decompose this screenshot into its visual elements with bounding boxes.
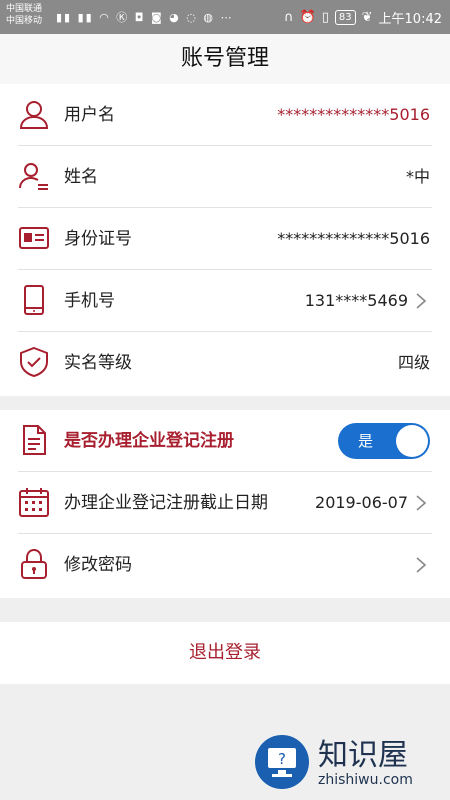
alarm-icon: ⏰ [299,10,316,25]
registration-deadline-row[interactable]: 办理企业登记注册截止日期 2019-06-07 [0,472,450,534]
user-icon [18,98,50,130]
notification-icons: ▮▮ ▮▮ ◠ Ⓚ ◘ ◙ ◕ ◌ ◍ ⋯ [56,11,234,24]
lock-icon [18,548,50,580]
page-title: 账号管理 [180,46,269,71]
registration-deadline-value: 2019-06-07 [315,493,408,512]
change-password-row[interactable]: 修改密码 [0,534,450,596]
document-icon [18,424,50,456]
watermark-url: zhishiwu.com [318,772,413,788]
change-password-label: 修改密码 [64,555,132,575]
toggle-label: 是 [358,432,374,450]
name-row: 姓名 *中 [0,146,450,208]
watermark: ? 知识屋 zhishiwu.com [250,722,450,800]
carrier-2: 中国移动 [6,16,43,26]
registration-card: 是否办理企业登记注册 是 办理企业登记注册截止日期 2019-06-07 修改密… [0,410,450,598]
id-number-value: **************5016 [277,229,430,248]
name-label: 姓名 [64,167,98,187]
vibrate-icon: ▯ [321,10,329,25]
shield-check-icon [18,346,50,378]
id-number-label: 身份证号 [64,229,132,249]
battery-level: 83 [334,10,356,25]
chevron-right-icon [416,293,427,309]
leaf-icon: ❦ [361,10,373,25]
phone-value: 131****5469 [304,291,408,310]
carrier-info: 中国联通 中国移动 [6,3,42,27]
status-bar: 中国联通 中国移动 ▮▮ ▮▮ ◠ Ⓚ ◘ ◙ ◕ ◌ ◍ ⋯ ∩ ⏰ ▯ 83… [0,0,450,34]
help-monitor-icon: ? [255,735,309,789]
registration-deadline-label: 办理企业登记注册截止日期 [64,493,268,513]
watermark-brand: 知识屋 [318,738,408,773]
svg-text:?: ? [278,750,286,768]
verification-level-label: 实名等级 [64,353,132,373]
phone-row[interactable]: 手机号 131****5469 [0,270,450,332]
calendar-icon [18,486,50,518]
username-label: 用户名 [64,105,115,125]
registration-toggle[interactable]: 是 [338,423,430,459]
id-card-icon [18,222,50,254]
registration-toggle-row: 是否办理企业登记注册 是 [0,410,450,472]
verification-level-row: 实名等级 四级 [0,332,450,394]
chevron-right-icon [416,557,427,573]
status-right: ∩ ⏰ ▯ 83 ❦ 上午10:42 [284,8,442,27]
username-value: **************5016 [277,105,430,124]
registration-toggle-label: 是否办理企业登记注册 [64,431,234,451]
account-info-card: 用户名 **************5016 姓名 *中 身份证号 ******… [0,84,450,396]
name-value: *中 [405,167,430,186]
chevron-right-icon [416,495,427,511]
logout-button[interactable]: 退出登录 [0,622,450,684]
person-name-icon [18,160,50,192]
headset-icon: ∩ [284,10,294,25]
username-row: 用户名 **************5016 [0,84,450,146]
carrier-1: 中国联通 [6,4,43,14]
title-bar: 账号管理 [0,34,450,84]
logout-label: 退出登录 [189,642,261,663]
verification-level-value: 四级 [397,353,430,372]
clock: 上午10:42 [378,12,442,27]
id-number-row: 身份证号 **************5016 [0,208,450,270]
phone-icon [18,284,50,316]
phone-label: 手机号 [64,291,115,311]
toggle-knob [396,425,428,457]
